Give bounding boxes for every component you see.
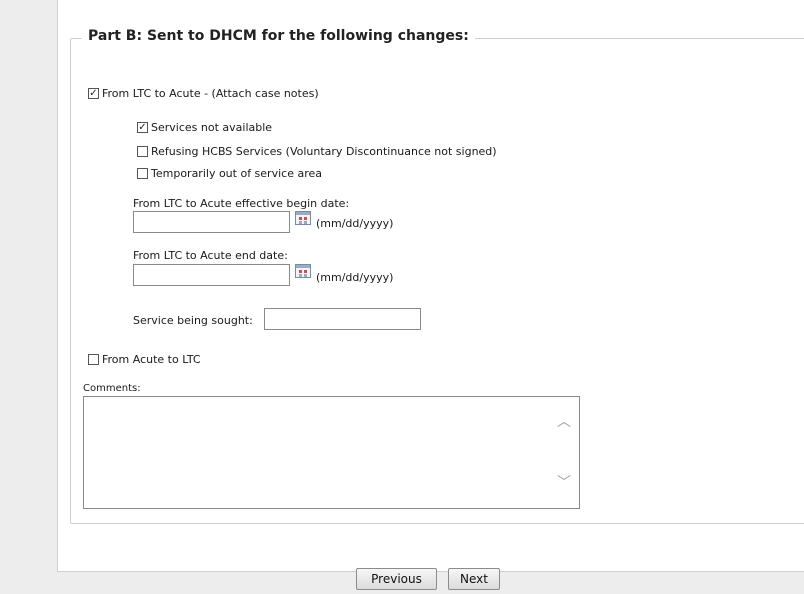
reason-temporarily-out[interactable]: Temporarily out of service area [137,167,322,180]
refusing-hcbs-label: Refusing HCBS Services (Voluntary Discon… [151,145,497,158]
refusing-hcbs-checkbox[interactable] [137,146,148,157]
reason-refusing-hcbs[interactable]: Refusing HCBS Services (Voluntary Discon… [137,145,497,158]
begin-date-label: From LTC to Acute effective begin date: [133,197,350,210]
services-not-available-label: Services not available [151,121,273,134]
service-sought-label: Service being sought: [133,314,253,327]
begin-date-format: (mm/dd/yyyy) [316,217,394,230]
acute-to-ltc-option[interactable]: From Acute to LTC [88,353,201,366]
begin-date-input[interactable] [133,211,290,233]
end-date-input[interactable] [133,264,290,286]
reason-services-not-available[interactable]: ✓ Services not available [137,121,272,134]
temporarily-out-label: Temporarily out of service area [151,167,322,180]
previous-button[interactable]: Previous [356,568,437,590]
ltc-to-acute-label: From LTC to Acute - (Attach case notes) [102,87,319,100]
ltc-to-acute-checkbox[interactable]: ✓ [88,88,99,99]
end-date-format: (mm/dd/yyyy) [316,271,394,284]
ltc-to-acute-option[interactable]: ✓ From LTC to Acute - (Attach case notes… [88,87,319,100]
service-sought-input[interactable] [264,308,421,330]
end-date-label: From LTC to Acute end date: [133,249,288,262]
acute-to-ltc-checkbox[interactable] [88,354,99,365]
check-icon: ✓ [89,88,98,99]
next-button[interactable]: Next [448,568,500,590]
scroll-up-arrow-icon[interactable]: ︿ [557,415,571,429]
calendar-icon[interactable] [295,264,311,278]
acute-to-ltc-label: From Acute to LTC [102,353,201,366]
check-icon: ✓ [138,122,147,133]
part-b-title: Part B: Sent to DHCM for the following c… [82,28,475,44]
comments-label: Comments: [83,383,141,394]
temporarily-out-checkbox[interactable] [137,168,148,179]
scroll-down-arrow-icon[interactable]: ﹀ [557,476,571,490]
calendar-icon[interactable] [295,211,311,225]
services-not-available-checkbox[interactable]: ✓ [137,122,148,133]
comments-textarea[interactable]: ︿ ﹀ [83,396,580,509]
